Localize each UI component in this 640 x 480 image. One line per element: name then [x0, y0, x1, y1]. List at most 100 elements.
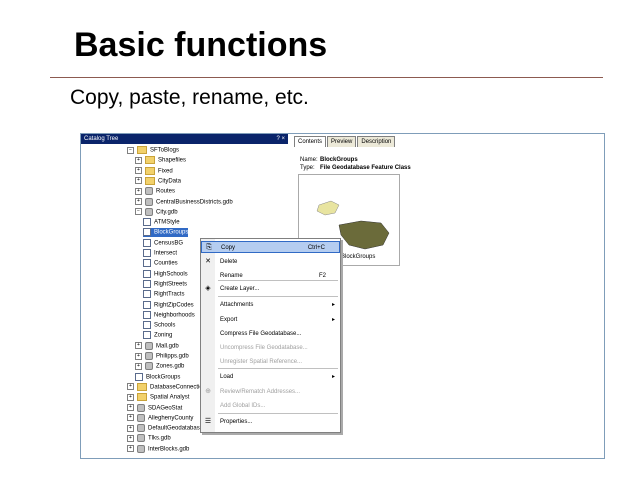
gdb-icon	[137, 403, 145, 412]
menu-item-create-layer[interactable]: ◈ Create Layer...	[201, 283, 340, 295]
expand-icon[interactable]: +	[127, 445, 134, 453]
tree-item[interactable]: + CentralBusinessDistricts.gdb	[135, 197, 233, 207]
tree-item[interactable]: RightZipCodes	[143, 300, 194, 310]
tree-item[interactable]: + CityData	[135, 176, 181, 186]
tree-item[interactable]: + Tlks.gdb	[127, 434, 171, 443]
expand-icon[interactable]: +	[127, 434, 134, 442]
submenu-arrow-icon: ▸	[331, 374, 335, 380]
menu-item-load[interactable]: Load ▸	[201, 371, 340, 383]
contents-tabs: Contents Preview Description	[294, 136, 396, 147]
folder-icon	[145, 176, 155, 185]
collapse-icon[interactable]: −	[127, 146, 134, 154]
tree-item[interactable]: + DatabaseConnections	[127, 382, 209, 392]
tree-item[interactable]: + Routes	[135, 187, 175, 196]
tree-item[interactable]: + SDAGeoStat	[127, 403, 183, 413]
tree-item-label: Mall.gdb	[156, 343, 179, 350]
tree-item[interactable]: HighSchools	[143, 269, 188, 279]
tree-item[interactable]: Schools	[143, 321, 175, 330]
menu-item-add-global-ids[interactable]: Add Global IDs...	[201, 400, 340, 412]
tab-contents[interactable]: Contents	[294, 136, 327, 147]
tree-item-label: BlockGroups	[154, 229, 189, 236]
collapse-icon[interactable]: −	[135, 208, 142, 216]
tree-item-label: CensusBG	[154, 240, 184, 247]
expand-icon[interactable]: +	[135, 342, 142, 350]
tree-item[interactable]: + Shapefiles	[135, 156, 186, 165]
thumbnail-label: BlockGroups	[341, 254, 376, 260]
expand-icon[interactable]: +	[127, 393, 134, 401]
tree-item[interactable]: + Zones.gdb	[135, 362, 184, 371]
tree-item[interactable]: + InterBlocks.gdb	[127, 444, 189, 454]
menu-separator	[218, 296, 338, 297]
tree-item[interactable]: + DefaultGeodatabase	[127, 424, 203, 433]
tree-item[interactable]: Neighborhoods	[143, 310, 195, 320]
menu-item-attachments[interactable]: Attachments ▸	[201, 299, 340, 311]
expand-icon[interactable]: +	[127, 404, 134, 411]
slide-subtitle: Copy, paste, rename, etc.	[70, 86, 309, 109]
tree-item[interactable]: CensusBG	[143, 238, 184, 248]
context-menu: ⎘ Copy Ctrl+C ✕ Delete Rename F2 ◈ Create Layer.…	[200, 238, 341, 433]
catalog-tree-title: Catalog Tree	[84, 136, 119, 142]
tree-item[interactable]: Counties	[143, 259, 178, 268]
pane-controls[interactable]: ? ×	[276, 134, 285, 144]
menu-item-label: Export	[220, 317, 238, 323]
menu-item-compress-file-geodatabase[interactable]: Compress File Geodatabase...	[201, 328, 340, 340]
tree-item[interactable]: + Spatial Analyst	[127, 393, 189, 402]
layer-icon: ◈	[205, 285, 211, 292]
folder-icon	[145, 156, 155, 165]
gdb-icon	[137, 444, 145, 453]
menu-item-label: Create Layer...	[220, 286, 260, 292]
expand-icon[interactable]: +	[135, 156, 142, 164]
menu-item-properties[interactable]: ☰ Properties...	[201, 416, 340, 428]
tree-item-label: City.gdb	[156, 209, 178, 216]
tree-item-label: RightTracts	[154, 291, 185, 298]
menu-item-label: Load	[220, 374, 234, 380]
tree-item[interactable]: RightStreets	[143, 279, 187, 289]
tree-item-label: SFToBlogs	[150, 147, 180, 154]
tree-item[interactable]: + Fixed	[135, 166, 173, 176]
tree-item-label: Philipps.gdb	[156, 353, 189, 360]
menu-item-review-rematch-addresses[interactable]: ⊕ Review/Rematch Addresses...	[201, 386, 340, 398]
expand-icon[interactable]: +	[135, 362, 142, 370]
fc-icon	[143, 310, 151, 319]
tree-item[interactable]: BlockGroups	[143, 228, 189, 238]
expand-icon[interactable]: +	[127, 383, 134, 391]
tree-item-label: BlockGroups	[146, 374, 181, 381]
expand-icon[interactable]: +	[135, 167, 142, 175]
menu-item-unregister-spatial-reference[interactable]: Unregister Spatial Reference...	[201, 356, 340, 368]
tree-item[interactable]: + Philipps.gdb	[135, 352, 189, 361]
tree-item[interactable]: RightTracts	[143, 290, 184, 299]
tab-description[interactable]: Description	[357, 136, 396, 147]
item-metadata: Name: BlockGroups Type: File Geodatabase F…	[300, 156, 411, 172]
menu-item-export[interactable]: Export ▸	[201, 314, 340, 326]
tree-item-label: HighSchools	[154, 271, 188, 278]
menu-item-copy[interactable]: ⎘ Copy Ctrl+C	[201, 241, 340, 253]
tree-item[interactable]: − SFToBlogs	[127, 146, 179, 155]
tree-item[interactable]: Intersect	[143, 249, 177, 258]
geocode-icon: ⊕	[205, 388, 211, 395]
folder-icon	[137, 146, 147, 154]
tab-preview[interactable]: Preview	[327, 136, 357, 147]
expand-icon[interactable]: +	[135, 198, 142, 205]
tree-item[interactable]: + AlleghenyCounty	[127, 413, 193, 423]
folder-icon	[137, 393, 147, 402]
gdb-icon	[145, 352, 153, 360]
menu-item-delete[interactable]: ✕ Delete	[201, 256, 340, 268]
tree-item[interactable]: ATMStyle	[143, 218, 180, 227]
tree-item[interactable]: Zoning	[143, 331, 172, 340]
expand-icon[interactable]: +	[135, 187, 142, 195]
expand-icon[interactable]: +	[135, 177, 142, 185]
tree-item[interactable]: + Mall.gdb	[135, 341, 179, 351]
delete-icon: ✕	[205, 258, 211, 265]
fc-icon	[143, 290, 151, 299]
expand-icon[interactable]: +	[127, 414, 134, 422]
properties-icon: ☰	[204, 418, 212, 425]
submenu-arrow-icon: ▸	[331, 317, 335, 323]
tree-item-label: RightZipCodes	[154, 302, 194, 309]
expand-icon[interactable]: +	[127, 424, 134, 432]
copy-icon: ⎘	[206, 244, 212, 251]
menu-item-uncompress-file-geodatabase[interactable]: Uncompress File Geodatabase...	[201, 342, 340, 354]
tree-item[interactable]: BlockGroups	[135, 372, 181, 382]
expand-icon[interactable]: +	[135, 352, 142, 360]
tree-item-label: SDAGeoStat	[148, 405, 183, 412]
tree-item[interactable]: − City.gdb	[135, 207, 178, 217]
